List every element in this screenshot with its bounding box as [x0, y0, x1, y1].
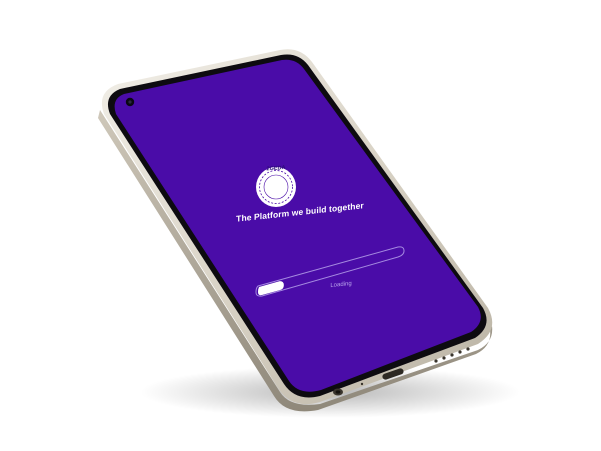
microphone-hole-icon [360, 382, 364, 386]
phone-mockup: 2GEDA [98, 49, 520, 418]
front-camera-icon [125, 97, 135, 107]
phone-mockup-scene: 2GEDA The Platform we build together Loa… [0, 0, 601, 451]
headphone-jack-icon [333, 388, 343, 396]
